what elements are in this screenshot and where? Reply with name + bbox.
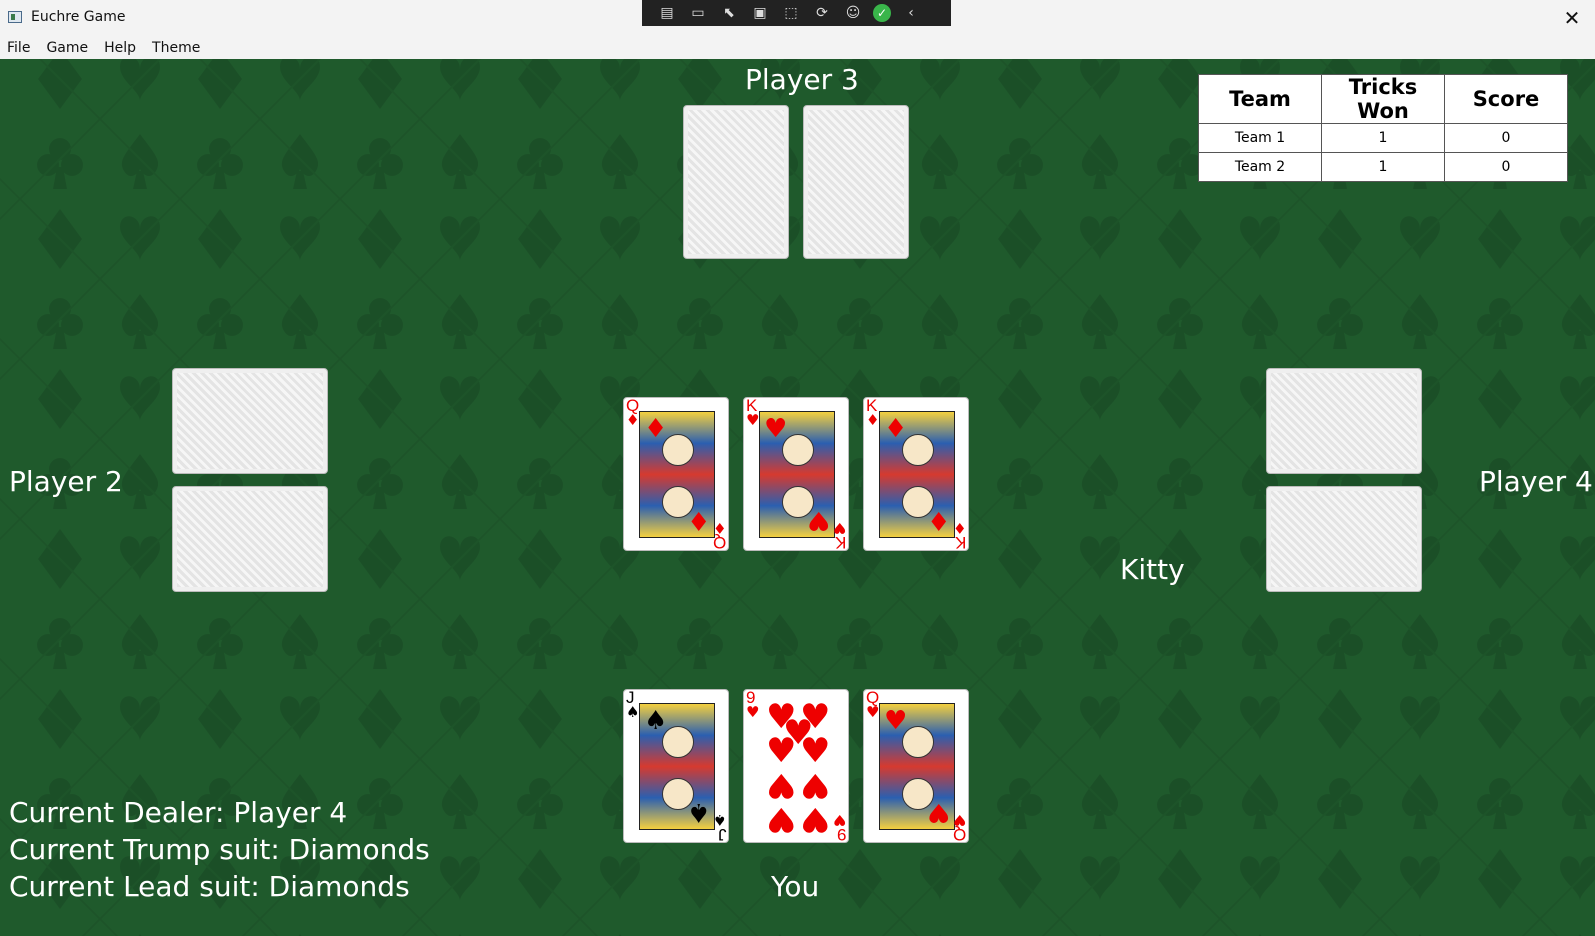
card-pip-icon: ♥ xyxy=(800,765,831,805)
card-suit-icon: ♦ xyxy=(952,519,966,537)
hand-card[interactable]: ♠ ♠ J ♠ J ♠ xyxy=(623,689,729,843)
scoreboard-header: Score xyxy=(1444,74,1568,124)
hand-card[interactable]: ♥ ♥ Q ♥ Q ♥ xyxy=(863,689,969,843)
you-label: You xyxy=(771,870,820,903)
trick-card: ♦ ♦ Q ♦ Q ♦ xyxy=(623,397,729,551)
hand-card[interactable]: ♥ ♥ ♥ ♥ ♥ ♥ ♥ ♥ ♥ 9 ♥ 9 ♥ xyxy=(743,689,849,843)
card-suit-icon: ♦ xyxy=(686,505,710,535)
record-icon[interactable]: ▭ xyxy=(687,3,709,23)
scoreboard-header: Tricks Won xyxy=(1321,74,1445,124)
card-suit-icon: ♠ xyxy=(712,811,726,829)
scoreboard-cell: Team 2 xyxy=(1198,152,1322,182)
face-card-art: ♦ ♦ xyxy=(879,411,955,538)
player-2-label: Player 2 xyxy=(9,465,123,498)
track-focus-icon[interactable]: ⬚ xyxy=(780,3,802,23)
live-visual-tree-icon[interactable]: ▤ xyxy=(656,3,678,23)
card-pip-icon: ♥ xyxy=(800,731,831,771)
face-card-art: ♠ ♠ xyxy=(639,703,715,830)
menu-theme[interactable]: Theme xyxy=(145,36,209,59)
kitty-label: Kitty xyxy=(1120,553,1185,586)
scoreboard-header: Team xyxy=(1198,74,1322,124)
menu-help[interactable]: Help xyxy=(97,36,145,59)
card-suit-icon: ♦ xyxy=(884,414,908,444)
card-suit-icon: ♠ xyxy=(686,797,710,827)
game-table: Player 3 Player 2 Player 4 Kitty You ♦ ♦ Q… xyxy=(0,59,1595,936)
debug-toolbar: ▤ ▭ ⬉ ▣ ⬚ ⟳ ☺ ✓ ‹ xyxy=(642,0,951,26)
card-suit-icon: ♥ xyxy=(764,414,788,444)
app-icon xyxy=(8,11,22,23)
card-pip-icon: ♥ xyxy=(800,799,831,839)
card-suit-icon: ♦ xyxy=(866,411,880,429)
menu-game[interactable]: Game xyxy=(39,36,97,59)
menu-file[interactable]: File xyxy=(0,36,39,59)
card-pips: ♥ ♥ ♥ ♥ ♥ ♥ ♥ ♥ ♥ xyxy=(762,698,834,839)
scoreboard-cell: 0 xyxy=(1444,123,1568,153)
card-suit-icon: ♦ xyxy=(626,411,640,429)
card-suit-icon: ♥ xyxy=(884,706,908,736)
trick-card: ♦ ♦ K ♦ K ♦ xyxy=(863,397,969,551)
menu-bar: File Game Help Theme xyxy=(0,36,1595,59)
accessibility-icon[interactable]: ☺ xyxy=(842,3,864,23)
player-3-card-back xyxy=(803,105,909,259)
card-suit-icon: ♥ xyxy=(806,505,830,535)
card-suit-icon: ♥ xyxy=(926,797,950,827)
scoreboard-cell: 1 xyxy=(1321,152,1445,182)
scoreboard-header-row: Team Tricks Won Score xyxy=(1198,74,1568,124)
display-layout-adorners-icon[interactable]: ▣ xyxy=(749,3,771,23)
card-suit-icon: ♥ xyxy=(832,519,846,537)
player-3-card-back xyxy=(683,105,789,259)
close-button[interactable]: ✕ xyxy=(1549,0,1595,36)
scoreboard-cell: 0 xyxy=(1444,152,1568,182)
trick-card: ♥ ♥ K ♥ K ♥ xyxy=(743,397,849,551)
card-suit-icon: ♥ xyxy=(746,703,760,721)
current-dealer-text: Current Dealer: Player 4 xyxy=(9,796,348,829)
player-4-card-back xyxy=(1266,486,1422,592)
card-suit-icon: ♦ xyxy=(712,519,726,537)
collapse-icon[interactable]: ‹ xyxy=(900,3,922,23)
card-pip-icon: ♥ xyxy=(766,799,797,839)
player-4-label: Player 4 xyxy=(1479,465,1593,498)
card-suit-icon: ♦ xyxy=(644,414,668,444)
card-suit-icon: ♥ xyxy=(952,811,966,829)
binding-check-icon[interactable]: ✓ xyxy=(873,4,891,22)
player-4-card-back xyxy=(1266,368,1422,474)
card-pip-icon: ♥ xyxy=(766,731,797,771)
hot-reload-icon[interactable]: ⟳ xyxy=(811,3,833,23)
card-suit-icon: ♥ xyxy=(746,411,760,429)
face-card-art: ♥ ♥ xyxy=(879,703,955,830)
select-element-icon[interactable]: ⬉ xyxy=(718,3,740,23)
window-title: Euchre Game xyxy=(31,9,126,25)
scoreboard-row: Team 2 1 0 xyxy=(1198,152,1568,182)
scoreboard-table: Team Tricks Won Score Team 1 1 0 Team 2 … xyxy=(1198,74,1568,182)
card-suit-icon: ♥ xyxy=(866,703,880,721)
card-suit-icon: ♠ xyxy=(626,703,640,721)
current-trump-text: Current Trump suit: Diamonds xyxy=(9,833,430,866)
current-lead-text: Current Lead suit: Diamonds xyxy=(9,870,410,903)
card-suit-icon: ♠ xyxy=(644,706,668,736)
player-2-card-back xyxy=(172,486,328,592)
scoreboard-cell: Team 1 xyxy=(1198,123,1322,153)
player-2-card-back xyxy=(172,368,328,474)
face-card-art: ♥ ♥ xyxy=(759,411,835,538)
player-3-label: Player 3 xyxy=(745,63,859,96)
card-pip-icon: ♥ xyxy=(766,765,797,805)
card-suit-icon: ♦ xyxy=(926,505,950,535)
card-suit-icon: ♥ xyxy=(832,811,846,829)
scoreboard-cell: 1 xyxy=(1321,123,1445,153)
scoreboard-row: Team 1 1 0 xyxy=(1198,123,1568,153)
face-card-art: ♦ ♦ xyxy=(639,411,715,538)
